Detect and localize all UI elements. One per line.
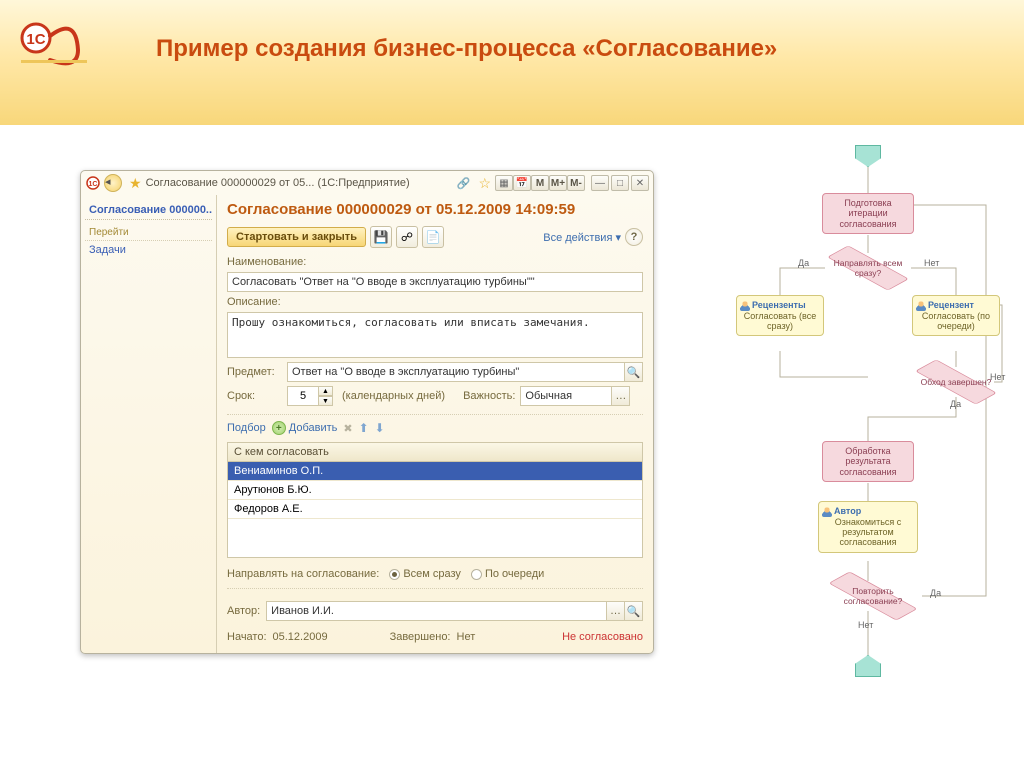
desc-textarea[interactable]: Прошу ознакомиться, согласовать или впис… bbox=[227, 312, 643, 358]
name-input[interactable] bbox=[227, 272, 643, 292]
user-icon bbox=[916, 301, 926, 311]
form-title: Согласование 000000029 от 05.12.2009 14:… bbox=[227, 201, 643, 218]
favorite-icon[interactable]: ★ bbox=[129, 175, 142, 192]
desc-label: Описание: bbox=[227, 296, 643, 308]
add-button[interactable]: + Добавить bbox=[272, 421, 338, 435]
radio-all-at-once[interactable]: Всем сразу bbox=[389, 568, 461, 580]
author-label: Автор: bbox=[227, 605, 260, 617]
slide-title: Пример создания бизнес-процесса «Согласо… bbox=[156, 34, 777, 64]
pick-link[interactable]: Подбор bbox=[227, 422, 266, 434]
started-value: 05.12.2009 bbox=[273, 631, 328, 643]
author-review-node: Автор Ознакомиться с результатом согласо… bbox=[818, 501, 918, 553]
user-icon bbox=[822, 507, 832, 517]
table-row[interactable]: Вениаминов О.П. bbox=[228, 462, 642, 481]
all-actions-link[interactable]: Все действия ▾ bbox=[543, 231, 621, 244]
reviewer-turn-node: Рецензент Согласовать (по очереди) bbox=[912, 295, 1000, 336]
app-icon: 1С bbox=[85, 175, 101, 191]
sidebar: Согласование 000000... Перейти Задачи bbox=[81, 195, 217, 653]
memory-mplus-button[interactable]: M+ bbox=[549, 175, 567, 191]
svg-text:1С: 1С bbox=[89, 181, 98, 188]
delete-icon[interactable]: ✖ bbox=[343, 422, 352, 435]
term-suffix: (календарных дней) bbox=[342, 390, 445, 402]
window-title: Согласование 000000029 от 05... (1С:Пред… bbox=[146, 177, 456, 189]
help-button[interactable]: ? bbox=[625, 228, 643, 246]
approvers-table: С кем согласовать Вениаминов О.П. Арутюн… bbox=[227, 442, 643, 558]
author-lookup-button[interactable]: 🔍 bbox=[624, 602, 642, 620]
term-label: Срок: bbox=[227, 390, 282, 402]
move-up-icon[interactable]: ⬆ bbox=[359, 421, 369, 435]
finished-label: Завершено: bbox=[390, 631, 451, 643]
repeat-decision: Повторить согласование? bbox=[825, 581, 921, 611]
app-window: 1С ◂ ★ Согласование 000000029 от 05... (… bbox=[80, 170, 654, 654]
memory-m-button[interactable]: M bbox=[531, 175, 549, 191]
started-label: Начато: bbox=[227, 631, 267, 643]
sidebar-section: Перейти bbox=[85, 224, 212, 241]
flowchart-icon[interactable]: ☍ bbox=[396, 226, 418, 248]
priority-label: Важность: bbox=[463, 390, 515, 402]
process-result-node: Обработка результата согласования bbox=[822, 441, 914, 482]
status-text: Не согласовано bbox=[562, 631, 643, 643]
calendar-icon[interactable]: 📅 bbox=[513, 175, 531, 191]
term-spinner[interactable]: ▲▼ bbox=[287, 386, 337, 406]
prep-node: Подготовка итерации согласования bbox=[822, 193, 914, 234]
subject-lookup-button[interactable]: 🔍 bbox=[624, 363, 642, 381]
radio-icon bbox=[389, 569, 400, 580]
sidebar-title: Согласование 000000... bbox=[85, 201, 212, 220]
form-main: Согласование 000000029 от 05.12.2009 14:… bbox=[217, 195, 653, 653]
subject-label: Предмет: bbox=[227, 366, 282, 378]
send-mode-label: Направлять на согласование: bbox=[227, 568, 379, 580]
start-and-close-button[interactable]: Стартовать и закрыть bbox=[227, 227, 366, 247]
nav-back-button[interactable]: ◂ bbox=[104, 174, 122, 192]
svg-text:1С: 1С bbox=[26, 31, 45, 48]
radio-in-turn[interactable]: По очереди bbox=[471, 568, 544, 580]
author-select-button[interactable]: … bbox=[606, 602, 624, 620]
spin-down[interactable]: ▼ bbox=[319, 396, 333, 406]
radio-icon bbox=[471, 569, 482, 580]
maximize-button[interactable]: □ bbox=[611, 175, 629, 191]
titlebar: 1С ◂ ★ Согласование 000000029 от 05... (… bbox=[81, 171, 653, 195]
process-diagram: Подготовка итерации согласования Направл… bbox=[730, 145, 1006, 705]
term-value[interactable] bbox=[287, 386, 319, 406]
export-icon[interactable]: 📄 bbox=[422, 226, 444, 248]
route-decision: Направлять всем сразу? bbox=[825, 253, 911, 283]
spin-up[interactable]: ▲ bbox=[319, 386, 333, 396]
reviewers-all-node: Рецензенты Согласовать (все сразу) bbox=[736, 295, 824, 336]
plus-icon: + bbox=[272, 421, 286, 435]
table-row[interactable]: Федоров А.Е. bbox=[228, 500, 642, 519]
name-label: Наименование: bbox=[227, 256, 643, 268]
priority-select-button[interactable]: … bbox=[611, 387, 629, 405]
author-input[interactable] bbox=[266, 601, 643, 621]
approvers-header: С кем согласовать bbox=[228, 443, 642, 462]
user-icon bbox=[740, 301, 750, 311]
sidebar-item-tasks[interactable]: Задачи bbox=[85, 241, 212, 259]
logo-1c: 1С bbox=[18, 20, 96, 79]
save-icon[interactable]: 💾 bbox=[370, 226, 392, 248]
move-down-icon[interactable]: ⬇ bbox=[375, 421, 385, 435]
memory-mminus-button[interactable]: M- bbox=[567, 175, 585, 191]
cycle-decision: Обход завершен? bbox=[913, 367, 999, 397]
favorite2-icon[interactable]: ☆ bbox=[478, 175, 491, 192]
table-row[interactable]: Арутюнов Б.Ю. bbox=[228, 481, 642, 500]
link-icon[interactable]: 🔗 bbox=[455, 175, 471, 191]
subject-input[interactable] bbox=[287, 362, 643, 382]
minimize-button[interactable]: — bbox=[591, 175, 609, 191]
calc-icon[interactable]: ▦ bbox=[495, 175, 513, 191]
finished-value: Нет bbox=[457, 631, 476, 643]
close-button[interactable]: ✕ bbox=[631, 175, 649, 191]
